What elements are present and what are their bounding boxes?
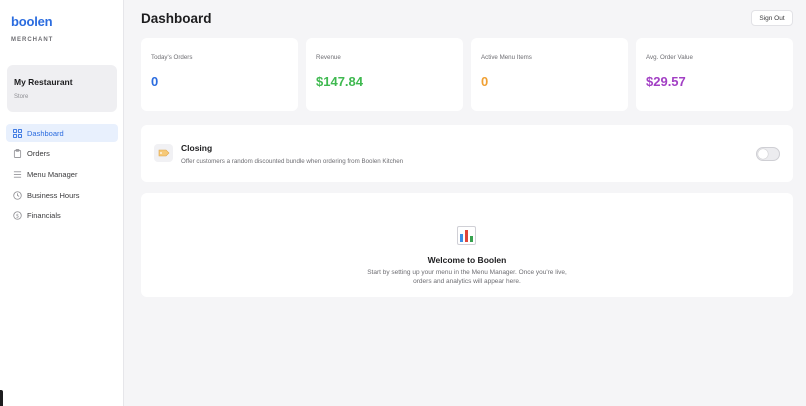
dollar-icon: $ bbox=[13, 211, 22, 220]
sidebar-item-financials[interactable]: $ Financials bbox=[6, 207, 118, 225]
sidebar-item-orders[interactable]: Orders bbox=[6, 145, 118, 163]
stat-value: 0 bbox=[151, 74, 159, 89]
grid-icon bbox=[13, 128, 22, 138]
bar-chart-icon bbox=[457, 226, 476, 245]
stat-label: Active Menu Items bbox=[481, 54, 532, 61]
sidebar-nav: Dashboard Orders Menu Manager Business H… bbox=[6, 124, 118, 227]
stat-card-avg-order-value: Avg. Order Value $29.57 bbox=[636, 38, 793, 111]
sidebar-item-label: Orders bbox=[27, 149, 50, 159]
stat-value: 0 bbox=[481, 74, 489, 89]
page-title: Dashboard bbox=[141, 11, 212, 26]
sidebar-item-label: Menu Manager bbox=[27, 169, 78, 179]
tag-icon bbox=[154, 144, 173, 162]
svg-text:$: $ bbox=[16, 214, 19, 220]
stat-card-revenue: Revenue $147.84 bbox=[306, 38, 463, 111]
window-edge bbox=[0, 390, 3, 406]
closing-title: Closing bbox=[181, 143, 213, 153]
closing-card: Closing Offer customers a random discoun… bbox=[141, 125, 793, 182]
clock-icon bbox=[13, 190, 22, 200]
stat-value: $147.84 bbox=[316, 74, 363, 89]
toggle-knob bbox=[758, 149, 768, 159]
brand-logo[interactable]: boolen bbox=[11, 14, 53, 29]
store-selector[interactable]: My Restaurant Store bbox=[7, 65, 117, 112]
sidebar-item-menu-manager[interactable]: Menu Manager bbox=[6, 165, 118, 183]
stat-card-active-menu-items: Active Menu Items 0 bbox=[471, 38, 628, 111]
clipboard-icon bbox=[13, 149, 22, 159]
sidebar-item-business-hours[interactable]: Business Hours bbox=[6, 186, 118, 204]
stat-card-todays-orders: Today's Orders 0 bbox=[141, 38, 298, 111]
stat-label: Today's Orders bbox=[151, 54, 193, 61]
stat-label: Revenue bbox=[316, 54, 341, 61]
closing-description: Offer customers a random discounted bund… bbox=[181, 158, 404, 165]
welcome-text: Start by setting up your menu in the Men… bbox=[367, 269, 567, 285]
sidebar-item-dashboard[interactable]: Dashboard bbox=[6, 124, 118, 142]
store-name: My Restaurant bbox=[14, 77, 73, 87]
welcome-title: Welcome to Boolen bbox=[427, 255, 507, 265]
main-content: Dashboard Sign Out Today's Orders 0 Reve… bbox=[124, 0, 806, 406]
store-type: Store bbox=[14, 94, 29, 100]
sidebar-item-label: Dashboard bbox=[27, 128, 64, 138]
list-icon bbox=[13, 170, 22, 179]
sidebar-item-label: Financials bbox=[27, 211, 61, 221]
welcome-card: Welcome to Boolen Start by setting up yo… bbox=[141, 193, 793, 297]
sidebar: boolen MERCHANT My Restaurant Store Dash… bbox=[0, 0, 124, 406]
stat-label: Avg. Order Value bbox=[646, 54, 693, 61]
sign-out-button[interactable]: Sign Out bbox=[751, 10, 793, 26]
closing-toggle[interactable] bbox=[756, 147, 780, 161]
sidebar-item-label: Business Hours bbox=[27, 190, 80, 200]
role-label: MERCHANT bbox=[11, 37, 54, 43]
stat-value: $29.57 bbox=[646, 74, 686, 89]
